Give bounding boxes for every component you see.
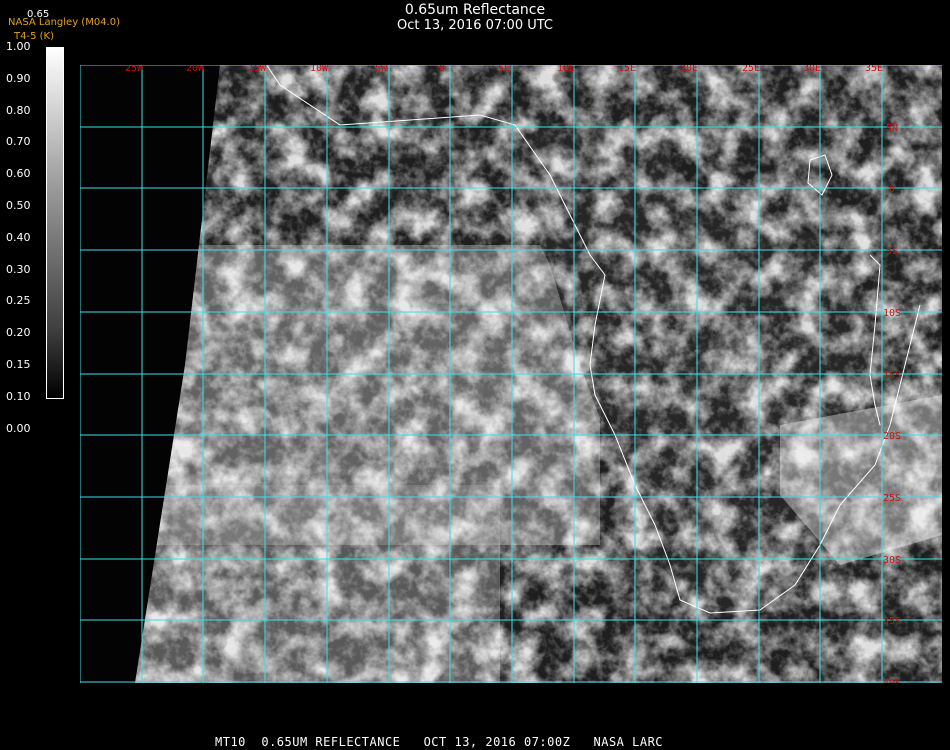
- latitude-label: 10S: [883, 308, 901, 319]
- latitude-label: 20S: [883, 431, 901, 442]
- longitude-label: 5E: [498, 65, 510, 74]
- colorbar-label: 0.40: [6, 230, 31, 244]
- colorbar-label: 0.80: [6, 103, 31, 117]
- longitude-label: 25W: [125, 65, 144, 74]
- colorbar-label: 0.70: [6, 135, 31, 149]
- longitude-label: 35E: [865, 65, 883, 74]
- longitude-label: 30E: [803, 65, 821, 74]
- colorbar: [46, 47, 64, 399]
- latitude-label: 15S: [883, 370, 901, 381]
- colorbar-label: 0.90: [6, 71, 31, 85]
- credit-line-1: NASA Langley (M04.0): [8, 17, 120, 28]
- colorbar-label: 0.20: [6, 326, 31, 340]
- longitude-label: 10W: [310, 65, 329, 74]
- footer-caption: MT10 0.65UM REFLECTANCE OCT 13, 2016 07:…: [215, 735, 664, 749]
- map-title: 0.65um Reflectance: [404, 2, 546, 18]
- colorbar-label: 0.30: [6, 262, 31, 276]
- latitude-label: 40S: [883, 678, 901, 683]
- map-timestamp: Oct 13, 2016 07:00 UTC: [397, 18, 553, 33]
- longitude-label: 15E: [618, 65, 636, 74]
- colorbar-label: 0.00: [6, 421, 31, 435]
- longitude-label: 20E: [680, 65, 698, 74]
- colorbar-label: 0.60: [6, 167, 31, 181]
- latitude-label: 5S: [886, 246, 898, 257]
- longitude-label: 15W: [248, 65, 267, 74]
- latitude-label: 25S: [883, 493, 901, 504]
- longitude-label: 5W: [375, 65, 388, 74]
- colorbar-label: 0.25: [6, 294, 31, 308]
- satellite-map: 25W 20W 15W 10W 5W 0 5E 10E 15E 20E 25E 30E 35E 5N 0 5…: [80, 65, 942, 683]
- latitude-label: 35S: [883, 616, 901, 627]
- latitude-label: 5N: [886, 123, 898, 134]
- latitude-label: 30S: [883, 555, 901, 566]
- colorbar-label: 0.10: [6, 389, 31, 403]
- longitude-label: 10E: [557, 65, 575, 74]
- colorbar-label: 1.00: [6, 40, 31, 53]
- colorbar-label: 0.15: [6, 358, 31, 371]
- longitude-label: 25E: [742, 65, 760, 74]
- latitude-label: 0: [889, 184, 895, 195]
- longitude-label: 0: [439, 65, 445, 74]
- colorbar-label: 0.50: [6, 199, 31, 212]
- longitude-label: 20W: [186, 65, 205, 74]
